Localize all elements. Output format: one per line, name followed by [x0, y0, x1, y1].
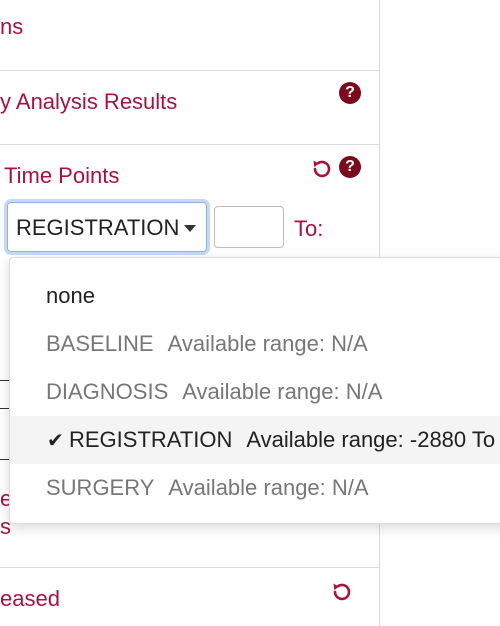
divider-1 [0, 70, 379, 71]
option-name: REGISTRATION [69, 427, 233, 452]
time-point-select[interactable]: REGISTRATION [7, 202, 207, 252]
dropdown-option-baseline[interactable]: BASELINE Available range: N/A [10, 320, 500, 368]
reset-icon[interactable] [310, 157, 334, 181]
dropdown-option-diagnosis[interactable]: DIAGNOSIS Available range: N/A [10, 368, 500, 416]
divider-2 [0, 144, 379, 145]
section-title-released[interactable]: eased [0, 586, 60, 612]
option-name: none [46, 283, 95, 308]
section-title-1[interactable]: ns [0, 14, 23, 40]
option-range: Available range: -2880 To [246, 427, 496, 452]
dropdown-option-registration[interactable]: ✔ REGISTRATION Available range: -2880 To [10, 416, 500, 464]
divider-3 [0, 567, 379, 568]
time-point-dropdown-menu: none BASELINE Available range: N/A DIAGNO… [9, 257, 500, 524]
option-range: Available range: N/A [168, 475, 369, 500]
option-range: Available range: N/A [167, 331, 368, 356]
help-icon[interactable]: ? [339, 82, 361, 104]
caret-down-icon [184, 225, 196, 232]
selected-time-point: REGISTRATION [16, 215, 180, 240]
reset-icon-released[interactable] [330, 580, 354, 604]
time-point-number-input[interactable] [214, 206, 284, 248]
dropdown-option-surgery[interactable]: SURGERY Available range: N/A [10, 464, 500, 512]
checkmark-icon: ✔ [47, 430, 64, 452]
section-title-time-points[interactable]: Time Points [4, 163, 119, 189]
section-title-analysis-results[interactable]: y Analysis Results [0, 89, 177, 115]
to-label: To: [294, 216, 324, 241]
option-range: Available range: N/A [182, 379, 383, 404]
option-name: BASELINE [46, 331, 154, 356]
help-icon-time-points[interactable]: ? [339, 156, 361, 178]
option-name: SURGERY [46, 475, 155, 500]
dropdown-option-none[interactable]: none [10, 272, 500, 320]
option-name: DIAGNOSIS [46, 379, 169, 404]
